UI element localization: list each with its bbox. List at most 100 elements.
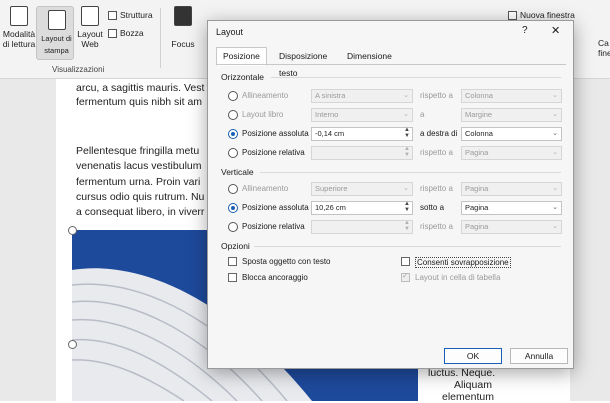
posizione-assoluta-h-label: Posizione assoluta	[242, 129, 309, 138]
chevron-down-icon: ⌄	[552, 111, 558, 118]
focus-button[interactable]: Focus	[170, 6, 196, 49]
posizione-relativa-v-rel-value: Pagina	[465, 222, 489, 231]
posizione-assoluta-v-radio[interactable]	[228, 203, 238, 213]
posizione-panel: Orizzontale Allineamento A sinistra ⌄ ris…	[216, 64, 566, 341]
bozza-button[interactable]: Bozza	[108, 28, 144, 38]
layout-libro-select[interactable]: Interno ⌄	[311, 108, 413, 122]
posizione-assoluta-h-value: -0,14 cm	[315, 129, 345, 138]
posizione-relativa-h-radio[interactable]	[228, 148, 238, 158]
nuova-finestra-label: Nuova finestra	[520, 10, 575, 20]
layout-libro-rel-value: Margine	[465, 110, 493, 119]
print-layout-label-2: stampa	[44, 46, 69, 55]
layout-cella-label: Layout in cella di tabella	[415, 273, 501, 282]
ribbon-cut-text-2: fine	[598, 48, 610, 58]
allineamento-v-rel-select[interactable]: Pagina ⌄	[461, 182, 562, 196]
outline-icon	[108, 10, 117, 20]
web-layout-button[interactable]: Layout Web	[76, 6, 104, 49]
doc-line: arcu, a sagittis mauris. Vest	[76, 82, 205, 94]
spinner-arrows-icon[interactable]: ▲ ▼	[404, 146, 410, 158]
allineamento-h-rel-select[interactable]: Colonna ⌄	[461, 89, 562, 103]
allineamento-v-label: Allineamento	[242, 184, 289, 193]
globe-page-icon	[81, 6, 99, 26]
chevron-down-icon: ⌄	[403, 185, 409, 192]
reading-mode-button[interactable]: Modalità di lettura	[2, 6, 36, 49]
bozza-label: Bozza	[120, 28, 144, 38]
orizzontale-heading: Orizzontale	[221, 72, 264, 82]
posizione-relativa-v-radio[interactable]	[228, 222, 238, 232]
posizione-assoluta-v-rel-select[interactable]: Pagina ⌄	[461, 201, 562, 215]
allineamento-v-value: Superiore	[315, 184, 348, 193]
allineamento-h-select[interactable]: A sinistra ⌄	[311, 89, 413, 103]
image-resize-handle[interactable]	[68, 226, 77, 235]
chevron-down-icon: ⌄	[552, 223, 558, 230]
chevron-down-icon: ⌄	[403, 92, 409, 99]
posizione-relativa-h-rel-label: rispetto a	[420, 148, 453, 157]
layout-cella-checkbox[interactable]: ✓	[401, 271, 410, 282]
chevron-down-icon: ⌄	[552, 185, 558, 192]
doc-line: cursus odio quis rutrum. Nu	[76, 191, 205, 203]
layout-libro-rel-label: a	[420, 110, 425, 119]
posizione-relativa-v-label: Posizione relativa	[242, 222, 305, 231]
posizione-relativa-h-label: Posizione relativa	[242, 148, 305, 157]
spinner-arrows-icon[interactable]: ▲ ▼	[404, 220, 410, 232]
layout-libro-rel-select[interactable]: Margine ⌄	[461, 108, 562, 122]
ribbon-separator	[160, 8, 161, 68]
reading-mode-label-1: Modalità	[2, 29, 36, 39]
ok-button[interactable]: OK	[444, 348, 502, 364]
allineamento-h-radio[interactable]	[228, 91, 238, 101]
allineamento-v-select[interactable]: Superiore ⌄	[311, 182, 413, 196]
allineamento-v-rel-value: Pagina	[465, 184, 489, 193]
page-icon	[47, 10, 66, 30]
section-divider	[260, 172, 561, 173]
sposta-checkbox[interactable]	[228, 257, 237, 266]
posizione-relativa-v-input[interactable]: ▲ ▼	[311, 220, 413, 234]
spinner-arrows-icon[interactable]: ▲ ▼	[404, 127, 410, 139]
nuova-finestra-button[interactable]: Nuova finestra	[508, 10, 575, 20]
image-resize-handle[interactable]	[68, 340, 77, 349]
print-layout-button[interactable]: Layout di stampa	[36, 6, 74, 60]
reading-mode-label-2: di lettura	[2, 39, 36, 49]
focus-icon	[174, 6, 192, 26]
posizione-assoluta-h-input[interactable]: -0,14 cm ▲ ▼	[311, 127, 413, 141]
posizione-relativa-h-rel-value: Pagina	[465, 148, 489, 157]
ribbon-cut-text-1: Ca	[598, 38, 609, 48]
posizione-relativa-v-rel-select[interactable]: Pagina ⌄	[461, 220, 562, 234]
allineamento-v-radio[interactable]	[228, 184, 238, 194]
consenti-checkbox[interactable]	[401, 257, 410, 266]
chevron-down-icon: ⌄	[552, 149, 558, 156]
posizione-relativa-v-rel-label: rispetto a	[420, 222, 453, 231]
posizione-assoluta-h-rel-select[interactable]: Colonna ⌄	[461, 127, 562, 141]
check-icon: ✓	[402, 271, 409, 280]
annulla-button[interactable]: Annulla	[510, 348, 568, 364]
layout-libro-label: Layout libro	[242, 110, 284, 119]
posizione-relativa-h-input[interactable]: ▲ ▼	[311, 146, 413, 160]
help-button[interactable]: ?	[522, 25, 528, 36]
allineamento-v-rel-label: rispetto a	[420, 184, 453, 193]
layout-libro-value: Interno	[315, 110, 339, 119]
posizione-relativa-h-rel-select[interactable]: Pagina ⌄	[461, 146, 562, 160]
posizione-assoluta-h-radio[interactable]	[228, 129, 238, 139]
section-divider	[254, 246, 561, 247]
book-icon	[10, 6, 28, 26]
blocca-checkbox[interactable]	[228, 273, 237, 282]
posizione-assoluta-h-rel-value: Colonna	[465, 129, 493, 138]
layout-dialog: Layout ? ✕ Posizione Disposizione testo …	[207, 20, 574, 369]
chevron-down-icon: ⌄	[552, 204, 558, 211]
doc-line: venenatis lacus vestibulum	[76, 160, 202, 172]
struttura-button[interactable]: Struttura	[108, 10, 153, 20]
allineamento-h-rel-label: rispetto a	[420, 91, 453, 100]
spinner-arrows-icon[interactable]: ▲ ▼	[404, 201, 410, 213]
posizione-assoluta-v-rel-label: sotto a	[420, 203, 445, 212]
sposta-label: Sposta oggetto con testo	[242, 257, 331, 266]
ribbon-cut-label-2: fine	[598, 48, 610, 58]
posizione-assoluta-v-input[interactable]: 10,26 cm ▲ ▼	[311, 201, 413, 215]
section-divider	[271, 77, 561, 78]
posizione-assoluta-v-value: 10,26 cm	[315, 203, 346, 212]
allineamento-h-value: A sinistra	[315, 91, 346, 100]
doc-right-line: Aliquam	[454, 379, 492, 391]
allineamento-h-rel-value: Colonna	[465, 91, 493, 100]
new-window-icon	[508, 10, 517, 20]
layout-libro-radio[interactable]	[228, 110, 238, 120]
close-button[interactable]: ✕	[551, 24, 560, 37]
draft-icon	[108, 28, 117, 38]
